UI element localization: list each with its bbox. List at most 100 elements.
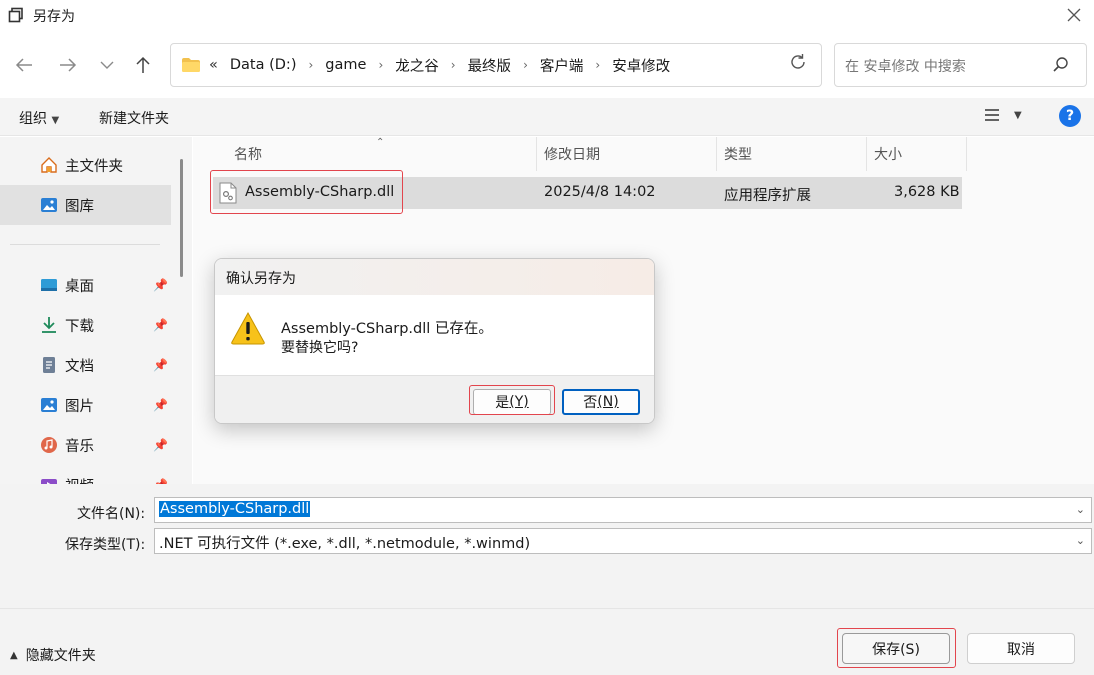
pictures-icon	[41, 398, 57, 412]
sidebar-item-label: 桌面	[65, 278, 94, 295]
hide-folders-toggle[interactable]: ▲ 隐藏文件夹	[10, 645, 96, 665]
search-placeholder: 在 安卓修改 中搜索	[845, 59, 966, 75]
dialog-footer: ▲ 隐藏文件夹 保存(S) 取消	[0, 608, 1094, 675]
chevron-down-icon[interactable]: ⌄	[1076, 534, 1085, 547]
sidebar-item-home[interactable]: 主文件夹	[0, 145, 171, 185]
column-divider[interactable]	[716, 137, 717, 171]
breadcrumb-item[interactable]: Data (D:)	[228, 57, 299, 73]
help-icon[interactable]: ?	[1059, 105, 1081, 127]
sidebar-divider	[10, 244, 160, 245]
forward-arrow-icon[interactable]	[55, 52, 81, 78]
pin-icon: 📌	[153, 398, 168, 412]
breadcrumb-item[interactable]: game	[323, 57, 368, 73]
refresh-icon[interactable]	[786, 50, 810, 74]
highlight-box	[837, 628, 956, 668]
up-arrow-icon[interactable]	[130, 52, 156, 78]
new-folder-button[interactable]: 新建文件夹	[99, 108, 169, 128]
breadcrumb-chevron-icon[interactable]: ›	[523, 58, 528, 72]
search-icon	[1053, 57, 1068, 72]
document-icon	[43, 357, 55, 373]
sidebar-item-videos[interactable]: 视频 📌	[0, 465, 171, 484]
view-dropdown-icon[interactable]: ▼	[1014, 110, 1022, 121]
sidebar-item-label: 下载	[65, 318, 94, 335]
back-arrow-icon[interactable]	[11, 52, 37, 78]
download-icon	[42, 317, 56, 333]
pin-icon: 📌	[153, 438, 168, 452]
address-bar[interactable]: « Data (D:) › game › 龙之谷 › 最终版 › 客户端 › 安…	[170, 43, 925, 87]
organize-menu[interactable]: 组织 ▼	[19, 108, 59, 128]
sidebar-item-desktop[interactable]: 桌面 📌	[0, 265, 171, 305]
close-icon[interactable]	[1062, 3, 1086, 27]
sidebar-item-label: 文档	[65, 358, 94, 375]
filename-input[interactable]: Assembly-CSharp.dll ⌄	[154, 497, 1092, 523]
window-title: 另存为	[33, 9, 75, 25]
sidebar-item-documents[interactable]: 文档 📌	[0, 345, 171, 385]
desktop-icon	[41, 279, 57, 291]
folder-icon	[182, 58, 200, 72]
recent-locations-chevron-icon[interactable]	[94, 52, 120, 78]
highlight-box	[469, 385, 555, 415]
sidebar-item-gallery[interactable]: 图库	[0, 185, 171, 225]
filetype-value: .NET 可执行文件 (*.exe, *.dll, *.netmodule, *…	[159, 536, 531, 552]
column-header-size[interactable]: 大小	[874, 137, 902, 171]
breadcrumb-item[interactable]: 最终版	[466, 55, 514, 76]
organize-dropdown-icon: ▼	[51, 115, 60, 126]
dialog-question: 要替换它吗?	[281, 340, 359, 356]
breadcrumb: « Data (D:) › game › 龙之谷 › 最终版 › 客户端 › 安…	[207, 55, 672, 76]
breadcrumb-chevron-icon[interactable]: ›	[308, 58, 313, 72]
column-header-type[interactable]: 类型	[724, 137, 752, 171]
sort-ascending-icon: ⌃	[376, 137, 385, 148]
dialog-message: Assembly-CSharp.dll 已存在。	[281, 321, 493, 337]
navigation-pane: 主文件夹 图库 桌面 📌 下载 📌 文档 📌 图片 📌 音乐 📌 视频 📌	[0, 137, 192, 484]
home-icon	[41, 157, 57, 173]
dialog-button-bar: 是 (Y) 否 (N)	[215, 375, 654, 423]
sidebar-item-label: 图片	[65, 398, 94, 415]
sidebar-item-music[interactable]: 音乐 📌	[0, 425, 171, 465]
sidebar-item-label: 视频	[65, 475, 94, 485]
hide-folders-label: 隐藏文件夹	[25, 648, 96, 664]
video-icon	[41, 479, 57, 484]
warning-icon	[231, 311, 265, 345]
pin-icon: 📌	[153, 358, 168, 372]
confirm-save-dialog: 确认另存为 Assembly-CSharp.dll 已存在。 要替换它吗? 是(…	[214, 258, 655, 424]
column-divider[interactable]	[966, 137, 967, 171]
breadcrumb-overflow[interactable]: «	[209, 57, 218, 73]
sidebar-scrollbar[interactable]	[180, 159, 183, 277]
filename-label: 文件名(N):	[77, 506, 146, 522]
pin-icon: 📌	[153, 318, 168, 332]
breadcrumb-item[interactable]: 客户端	[538, 55, 586, 76]
filetype-label: 保存类型(T):	[65, 537, 146, 553]
sidebar-item-label: 主文件夹	[65, 158, 123, 175]
cancel-button[interactable]: 取消	[967, 633, 1075, 664]
music-icon	[41, 437, 57, 453]
save-form: 文件名(N): Assembly-CSharp.dll ⌄ 保存类型(T): .…	[0, 484, 1094, 608]
breadcrumb-item[interactable]: 安卓修改	[610, 55, 672, 76]
sidebar-item-downloads[interactable]: 下载 📌	[0, 305, 171, 345]
command-bar: 组织 ▼ 新建文件夹 ▼ ?	[0, 98, 1094, 136]
breadcrumb-chevron-icon[interactable]: ›	[451, 58, 456, 72]
file-type: 应用程序扩展	[724, 188, 811, 204]
no-button[interactable]: 否 (N)	[562, 389, 640, 415]
highlight-box	[210, 170, 403, 214]
filetype-select[interactable]: .NET 可执行文件 (*.exe, *.dll, *.netmodule, *…	[154, 528, 1092, 554]
pin-icon: 📌	[153, 278, 168, 292]
title-bar: 另存为	[0, 0, 1094, 30]
column-header-name[interactable]: 名称	[234, 137, 262, 171]
breadcrumb-chevron-icon[interactable]: ›	[595, 58, 600, 72]
gallery-icon	[41, 198, 57, 212]
sidebar-item-pictures[interactable]: 图片 📌	[0, 385, 171, 425]
window-icon	[8, 7, 23, 23]
search-input[interactable]: 在 安卓修改 中搜索	[834, 43, 1087, 87]
column-divider[interactable]	[536, 137, 537, 171]
breadcrumb-chevron-icon[interactable]: ›	[378, 58, 383, 72]
breadcrumb-item[interactable]: 龙之谷	[393, 55, 441, 76]
file-size: 3,628 KB	[894, 184, 960, 200]
chevron-down-icon[interactable]: ⌄	[1076, 503, 1085, 516]
dialog-title: 确认另存为	[226, 271, 296, 287]
sidebar-item-label: 图库	[65, 198, 94, 215]
column-divider[interactable]	[866, 137, 867, 171]
column-header-modified[interactable]: 修改日期	[544, 137, 600, 171]
view-options-icon[interactable]	[984, 108, 1000, 122]
chevron-up-icon: ▲	[10, 649, 18, 661]
navigation-bar: « Data (D:) › game › 龙之谷 › 最终版 › 客户端 › 安…	[0, 30, 1094, 98]
